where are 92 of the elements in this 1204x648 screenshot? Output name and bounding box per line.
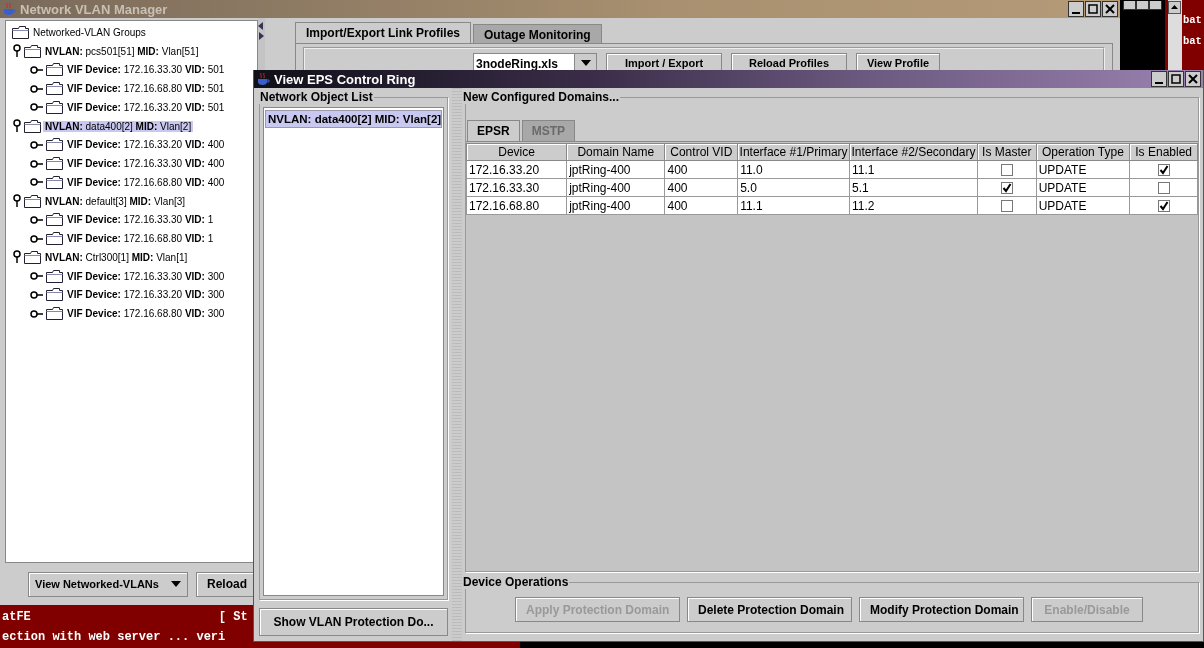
expanded-handle-icon[interactable] [12, 194, 22, 209]
profile-button[interactable]: View Profile [856, 53, 940, 73]
tree-item[interactable]: VIF Device: 172.16.68.80 VID: 501 [65, 83, 227, 95]
checkbox[interactable] [1157, 182, 1170, 195]
collapsed-handle-icon[interactable] [30, 308, 44, 319]
column-header[interactable]: Control VID [664, 143, 738, 161]
folder-icon [24, 119, 41, 133]
group-title: Network Object List [259, 90, 374, 104]
caret-icon [171, 581, 181, 587]
collapsed-handle-icon[interactable] [30, 158, 44, 169]
folder-icon [46, 213, 63, 227]
tree-item[interactable]: VIF Device: 172.16.33.20 VID: 400 [65, 139, 227, 151]
folder-icon [46, 138, 63, 152]
column-header[interactable]: Operation Type [1036, 143, 1130, 161]
coffee-cup-icon [256, 72, 270, 86]
folder-icon [46, 100, 63, 114]
console-text: ection with web server ... veri [2, 630, 226, 644]
console-text: [ St [218, 610, 248, 624]
tree-item[interactable]: VIF Device: 172.16.33.30 VID: 1 [65, 214, 216, 226]
column-header[interactable]: Is Enabled [1129, 143, 1198, 161]
tab[interactable]: Outage Monitoring [473, 24, 602, 43]
column-header[interactable]: Interface #1/Primary [737, 143, 850, 161]
checkbox[interactable] [1157, 200, 1170, 213]
folder-icon [46, 288, 63, 302]
expanded-handle-icon[interactable] [12, 250, 22, 265]
window-controls-icon[interactable] [1068, 1, 1118, 17]
tree-item[interactable]: VIF Device: 172.16.33.30 VID: 501 [65, 64, 227, 76]
profile-button[interactable]: Import / Export [606, 53, 722, 73]
collapse-left-arrow-icon[interactable] [258, 22, 264, 30]
tree-item[interactable]: NVLAN: Ctrl300[1] MID: Vlan[1] [43, 251, 190, 263]
profile-button[interactable]: Reload Profiles [731, 53, 847, 73]
column-header[interactable]: Interface #2/Secondary [849, 143, 978, 161]
expand-right-arrow-icon[interactable] [258, 32, 264, 40]
caret-icon [580, 60, 591, 66]
window-controls-icon[interactable] [1151, 71, 1201, 87]
tree-item[interactable]: NVLAN: pcs501[51] MID: Vlan[51] [43, 45, 201, 57]
checkbox[interactable] [1000, 164, 1013, 177]
collapsed-handle-icon[interactable] [30, 289, 44, 300]
tree-item[interactable]: VIF Device: 172.16.33.30 VID: 300 [65, 270, 227, 282]
window-title: View EPS Control Ring [274, 71, 417, 87]
collapsed-handle-icon[interactable] [30, 64, 44, 75]
column-header[interactable]: Domain Name [566, 143, 665, 161]
view-dropdown[interactable]: View Networked-VLANs [28, 571, 188, 597]
folder-icon [46, 307, 63, 321]
tree-item[interactable]: VIF Device: 172.16.68.80 VID: 300 [65, 308, 227, 320]
tree-item[interactable]: VIF Device: 172.16.33.30 VID: 400 [65, 158, 227, 170]
console-text: atFE [2, 610, 31, 624]
folder-icon [46, 157, 63, 171]
tree-item[interactable]: VIF Device: 172.16.68.80 VID: 400 [65, 176, 227, 188]
tree-item[interactable]: NVLAN: data400[2] MID: Vlan[2] [43, 120, 194, 132]
column-header[interactable]: Device [466, 143, 567, 161]
coffee-cup-icon [2, 2, 16, 16]
expanded-handle-icon[interactable] [12, 119, 22, 134]
console-text: bat [1183, 34, 1202, 49]
action-button[interactable]: Modify Protection Domain [859, 597, 1024, 622]
window-title: Network VLAN Manager [20, 1, 169, 17]
folder-icon [24, 250, 41, 264]
collapsed-handle-icon[interactable] [30, 177, 44, 188]
group-title: Device Operations [462, 575, 570, 589]
collapsed-handle-icon[interactable] [30, 214, 44, 225]
window-controls-icon[interactable] [1120, 1, 1164, 11]
profile-dropdown[interactable]: 3nodeRing.xls [473, 53, 597, 73]
expanded-handle-icon[interactable] [12, 44, 22, 59]
tree-item[interactable]: VIF Device: 172.16.33.20 VID: 300 [65, 289, 227, 301]
tree-item[interactable]: VIF Device: 172.16.33.20 VID: 501 [65, 101, 227, 113]
folder-icon [46, 232, 63, 246]
collapsed-handle-icon[interactable] [30, 139, 44, 150]
console-text: bat [1183, 13, 1202, 28]
folder-icon [12, 25, 29, 39]
action-button[interactable]: Delete Protection Domain [687, 597, 852, 622]
tab[interactable]: Import/Export Link Profiles [295, 22, 472, 43]
collapsed-handle-icon[interactable] [30, 271, 44, 282]
tab[interactable]: EPSR [467, 120, 520, 141]
checkbox[interactable] [1157, 164, 1170, 177]
tree-item[interactable]: Networked-VLAN Groups [31, 26, 148, 38]
folder-icon [46, 63, 63, 77]
folder-icon [46, 82, 63, 96]
folder-icon [46, 269, 63, 283]
collapsed-handle-icon[interactable] [30, 83, 44, 94]
folder-icon [24, 44, 41, 58]
collapsed-handle-icon[interactable] [30, 102, 44, 113]
list-item[interactable]: NVLAN: data400[2] MID: Vlan[2] [265, 110, 442, 128]
column-header[interactable]: Is Master [977, 143, 1037, 161]
show-protection-button[interactable]: Show VLAN Protection Do... [259, 608, 448, 636]
group-title: New Configured Domains... [462, 90, 620, 104]
tree-item[interactable]: VIF Device: 172.16.68.80 VID: 1 [65, 233, 216, 245]
folder-icon [46, 175, 63, 189]
checkbox[interactable] [1000, 200, 1013, 213]
folder-icon [24, 194, 41, 208]
collapsed-handle-icon[interactable] [30, 233, 44, 244]
checkbox[interactable] [1000, 182, 1013, 195]
tree-item[interactable]: NVLAN: default[3] MID: Vlan[3] [43, 195, 188, 207]
